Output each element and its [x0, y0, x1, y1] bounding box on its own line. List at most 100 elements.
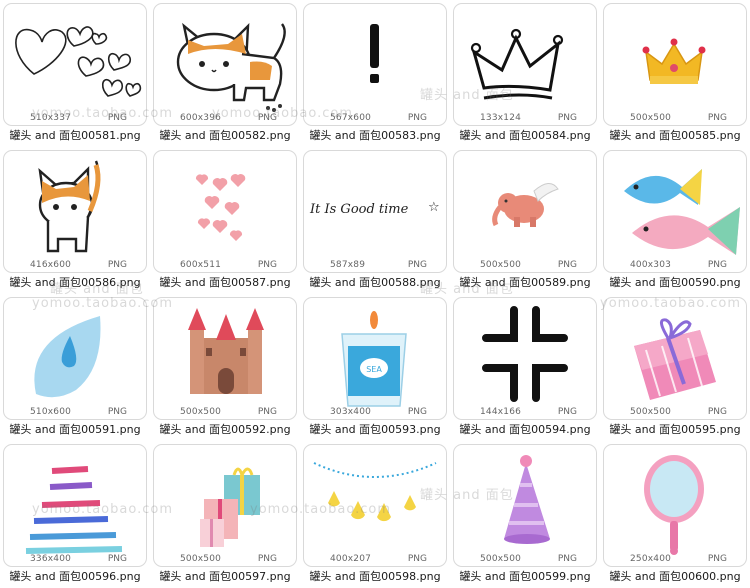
file-thumbnail[interactable]: 500x500 PNG	[153, 444, 297, 567]
file-name[interactable]: 罐头 and 面包00585.png	[600, 127, 750, 143]
file-format: PNG	[407, 554, 427, 564]
file-thumbnail[interactable]: 510x600 PNG	[3, 297, 147, 420]
file-name[interactable]: 罐头 and 面包00593.png	[300, 421, 450, 437]
file-item[interactable]: 250x400 PNG 罐头 and 面包00600.png	[600, 441, 750, 588]
file-thumbnail[interactable]: 500x500 PNG	[453, 150, 597, 273]
file-thumbnail[interactable]: 500x500 PNG	[453, 444, 597, 567]
file-thumbnail[interactable]: 250x400 PNG	[603, 444, 747, 567]
svg-text:It Is Good time: It Is Good time	[309, 202, 409, 217]
lettering-icon: It Is Good time ☆	[309, 200, 440, 217]
file-item[interactable]: 500x500 PNG 罐头 and 面包00597.png	[150, 441, 300, 588]
file-item[interactable]: SEA 303x400 PNG 罐头 and 面包00593.png	[300, 294, 450, 441]
file-format: PNG	[257, 113, 277, 123]
file-item[interactable]: 400x303 PNG 罐头 and 面包00590.png	[600, 147, 750, 294]
file-thumbnail[interactable]: 500x500 PNG	[153, 297, 297, 420]
file-thumbnail[interactable]: 400x207 PNG	[303, 444, 447, 567]
file-format: PNG	[107, 554, 127, 564]
anger-mark-icon	[482, 306, 568, 402]
file-item[interactable]: 567x600 PNG 罐头 and 面包00583.png	[300, 0, 450, 147]
file-item[interactable]: 510x600 PNG 罐头 and 面包00591.png	[0, 294, 150, 441]
exclamation-icon	[370, 24, 379, 83]
svg-text:SEA: SEA	[366, 365, 382, 374]
file-thumbnail[interactable]: 510x337 PNG	[3, 3, 147, 126]
file-name[interactable]: 罐头 and 面包00586.png	[0, 274, 150, 290]
file-name[interactable]: 罐头 and 面包00592.png	[150, 421, 300, 437]
file-format: PNG	[407, 113, 427, 123]
file-name[interactable]: 罐头 and 面包00581.png	[0, 127, 150, 143]
file-item[interactable]: 510x337 PNG 罐头 and 面包00581.png	[0, 0, 150, 147]
file-item[interactable]: 600x511 PNG 罐头 and 面包00587.png	[150, 147, 300, 294]
image-dimensions: 510x600	[30, 407, 72, 417]
file-name[interactable]: 罐头 and 面包00588.png	[300, 274, 450, 290]
file-format: PNG	[707, 260, 727, 270]
file-item[interactable]: 133x124 PNG 罐头 and 面包00584.png	[450, 0, 600, 147]
fish-icon	[624, 169, 740, 255]
file-item[interactable]: 336x400 PNG 罐头 and 面包00596.png	[0, 441, 150, 588]
file-item[interactable]: 500x500 PNG 罐头 and 面包00599.png	[450, 441, 600, 588]
file-thumbnail[interactable]: 500x500 PNG	[603, 297, 747, 420]
image-dimensions: 144x166	[480, 407, 522, 417]
file-item[interactable]: 500x500 PNG 罐头 and 面包00592.png	[150, 294, 300, 441]
file-thumbnail[interactable]: 600x396 PNG	[153, 3, 297, 126]
file-item[interactable]: 416x600 PNG 罐头 and 面包00586.png	[0, 147, 150, 294]
image-dimensions: 416x600	[30, 260, 72, 270]
file-name[interactable]: 罐头 and 面包00598.png	[300, 568, 450, 584]
gold-crown-icon	[642, 38, 706, 84]
file-thumbnail[interactable]: 600x511 PNG	[153, 150, 297, 273]
file-item[interactable]: 500x500 PNG 罐头 and 面包00595.png	[600, 294, 750, 441]
file-format: PNG	[407, 260, 427, 270]
file-name[interactable]: 罐头 and 面包00595.png	[600, 421, 750, 437]
flying-elephant-icon	[492, 183, 559, 227]
file-format: PNG	[557, 407, 577, 417]
file-name[interactable]: 罐头 and 面包00599.png	[450, 568, 600, 584]
file-name[interactable]: 罐头 and 面包00590.png	[600, 274, 750, 290]
sitting-cat-icon	[38, 160, 101, 253]
image-dimensions: 336x400	[30, 554, 72, 564]
cat-icon	[176, 22, 286, 112]
image-dimensions: 400x207	[330, 554, 372, 564]
file-thumbnail[interactable]: 500x500 PNG	[603, 3, 747, 126]
file-name[interactable]: 罐头 and 面包00600.png	[600, 568, 750, 584]
file-name[interactable]: 罐头 and 面包00582.png	[150, 127, 300, 143]
image-dimensions: 500x500	[180, 407, 222, 417]
gift-stack-icon	[200, 467, 260, 547]
file-item[interactable]: 500x500 PNG 罐头 and 面包00589.png	[450, 147, 600, 294]
file-name[interactable]: 罐头 and 面包00583.png	[300, 127, 450, 143]
image-dimensions: 500x500	[630, 113, 672, 123]
file-thumbnail[interactable]: 567x600 PNG	[303, 3, 447, 126]
image-dimensions: 500x500	[480, 260, 522, 270]
hand-mirror-icon	[644, 455, 704, 555]
striped-dress-icon	[25, 463, 123, 555]
file-item[interactable]: It Is Good time ☆ 587x89 PNG 罐头 and 面包00588…	[300, 147, 450, 294]
image-dimensions: 587x89	[330, 260, 366, 270]
image-dimensions: 567x600	[330, 113, 372, 123]
file-name[interactable]: 罐头 and 面包00594.png	[450, 421, 600, 437]
file-name[interactable]: 罐头 and 面包00597.png	[150, 568, 300, 584]
file-format: PNG	[257, 407, 277, 417]
file-thumbnail[interactable]: 416x600 PNG	[3, 150, 147, 273]
file-thumbnail[interactable]: It Is Good time ☆ 587x89 PNG	[303, 150, 447, 273]
file-item[interactable]: 500x500 PNG 罐头 and 面包00585.png	[600, 0, 750, 147]
file-name[interactable]: 罐头 and 面包00584.png	[450, 127, 600, 143]
file-item[interactable]: 600x396 PNG 罐头 and 面包00582.png	[150, 0, 300, 147]
image-dimensions: 250x400	[630, 554, 672, 564]
file-name[interactable]: 罐头 and 面包00589.png	[450, 274, 600, 290]
file-format: PNG	[557, 554, 577, 564]
file-item[interactable]: 144x166 PNG 罐头 and 面包00594.png	[450, 294, 600, 441]
file-name[interactable]: 罐头 and 面包00591.png	[0, 421, 150, 437]
file-name[interactable]: 罐头 and 面包00596.png	[0, 568, 150, 584]
file-format: PNG	[257, 554, 277, 564]
file-thumbnail[interactable]: 336x400 PNG	[3, 444, 147, 567]
file-thumbnail[interactable]: SEA 303x400 PNG	[303, 297, 447, 420]
water-drop-icon	[34, 316, 101, 398]
file-name[interactable]: 罐头 and 面包00587.png	[150, 274, 300, 290]
file-thumbnail[interactable]: 133x124 PNG	[453, 3, 597, 126]
castle-icon	[188, 308, 264, 394]
file-thumbnail[interactable]: 400x303 PNG	[603, 150, 747, 273]
file-thumbnail[interactable]: 144x166 PNG	[453, 297, 597, 420]
file-format: PNG	[707, 113, 727, 123]
file-format: PNG	[407, 407, 427, 417]
file-item[interactable]: 400x207 PNG 罐头 and 面包00598.png	[300, 441, 450, 588]
file-thumbnail-grid: 510x337 PNG 罐头 and 面包00581.png 600x396 PNG 罐…	[0, 0, 750, 586]
gift-box-icon	[634, 318, 716, 400]
